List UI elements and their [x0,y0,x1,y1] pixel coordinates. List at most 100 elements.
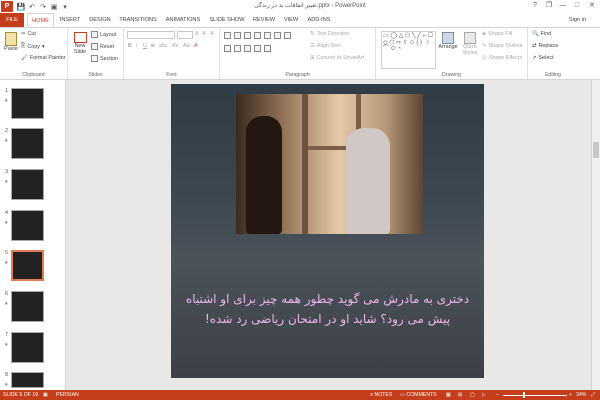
grow-font-button[interactable]: A [195,31,199,37]
quick-styles-button[interactable]: Quick Styles [460,32,480,56]
columns-icon[interactable] [264,45,271,52]
tab-slide-show[interactable]: SLIDE SHOW [206,13,248,27]
zoom-out-icon[interactable]: − [496,390,499,400]
thumbnail-number: 3 [5,169,8,175]
chevron-down-icon: ▾ [41,43,45,50]
align-left-icon[interactable] [224,45,231,52]
underline-button[interactable]: U [143,43,147,49]
tab-design[interactable]: DESIGN [86,13,114,27]
tab-home[interactable]: HOME [27,13,54,27]
zoom-in-icon[interactable]: + [569,390,572,400]
slide-thumbnail-4[interactable] [11,210,44,241]
increase-indent-icon[interactable] [254,32,261,39]
convert-smartart-button[interactable]: ⊞ Convert to SmartArt [310,55,364,61]
slide-thumbnail-1[interactable] [11,88,44,119]
italic-button[interactable]: I [136,43,138,49]
tab-review[interactable]: REVIEW [250,13,278,27]
justify-icon[interactable] [254,45,261,52]
slide-photo[interactable] [236,94,423,234]
shapes-gallery[interactable]: ▭ ◯ △ ⬠ ╲ ╱ ⌐ ☐ ◇ ⬡ ⇨ ⇧ ✩ { } ☽ ⌒ ⬭ ◔ [381,31,436,69]
decrease-indent-icon[interactable] [244,32,251,39]
tab-insert[interactable]: INSERT [56,13,84,27]
font-color-button[interactable]: A [194,43,198,49]
zoom-slider[interactable] [503,392,567,398]
vertical-scrollbar[interactable] [591,80,600,390]
align-right-icon[interactable] [244,45,251,52]
slide-thumbnail-5[interactable] [11,250,44,281]
align-text-button[interactable]: ☰ Align Text [310,43,340,49]
replace-button[interactable]: ⇄ Replace [532,43,558,49]
arrange-icon [442,32,454,44]
tab-add-ins[interactable]: ADD-INS [304,13,334,27]
slide-thumbnail-3[interactable] [11,169,44,200]
comments-button[interactable]: ▭ COMMENTS [400,390,437,400]
slide-sorter-icon[interactable]: ⊞ [458,390,462,400]
tab-file[interactable]: FILE [0,13,24,27]
character-spacing-button[interactable]: AV [172,43,179,49]
fit-slide-icon[interactable]: ⤢ [591,390,595,400]
select-button[interactable]: ➚ Select [532,55,554,61]
shrink-font-button[interactable]: A [202,31,206,37]
arrange-button[interactable]: Arrange [438,32,458,50]
bullets-icon[interactable] [224,32,231,39]
cut-button[interactable]: ✂ Cut [21,31,36,37]
normal-view-icon[interactable]: ▦ [446,390,451,400]
tab-view[interactable]: VIEW [280,13,302,27]
sign-in-link[interactable]: Sign in [569,13,586,27]
format-painter-button[interactable]: 🖌 Format Painter [21,55,66,61]
bold-button[interactable]: B [128,43,132,49]
tab-transitions[interactable]: TRANSITIONS [116,13,160,27]
redo-icon[interactable]: ↷ [38,1,48,12]
slide-thumbnail-7[interactable] [11,332,44,363]
scroll-thumb[interactable] [593,142,599,158]
numbering-icon[interactable] [234,32,241,39]
zoom-level[interactable]: 34% [576,390,586,400]
minimize-icon[interactable]: — [556,0,570,13]
help-icon[interactable]: ? [528,0,542,13]
start-from-beginning-icon[interactable]: ▣ [49,1,59,12]
spelling-icon[interactable]: ▣ [43,390,48,400]
line-spacing-icon[interactable] [264,32,271,39]
text-direction-icon: ⇅ [310,31,315,37]
undo-icon[interactable]: ↶ [27,1,37,12]
tab-animations[interactable]: ANIMATIONS [162,13,204,27]
slide-show-icon[interactable]: ▷ [482,390,486,400]
clear-formatting-button[interactable]: A [210,31,214,37]
shape-outline-button[interactable]: ✎ Shape Outline [482,43,523,49]
layout-button[interactable]: Layout [91,31,116,38]
current-slide[interactable]: دختری به مادرش می گوید چطور همه چیز برای… [171,84,484,378]
font-size-dropdown[interactable] [177,31,193,39]
reset-button[interactable]: Reset [91,43,114,50]
section-button[interactable]: Section [91,55,118,62]
ltr-icon[interactable] [284,32,291,39]
notes-button[interactable]: ≡ NOTES [370,390,392,400]
slide-thumbnail-8[interactable] [11,372,44,388]
language-indicator[interactable]: PERSIAN [56,390,79,400]
ribbon-display-options-icon[interactable]: ❐ [542,0,556,13]
customize-qat-icon[interactable]: ▾ [60,1,70,12]
shape-effects-button[interactable]: ◎ Shape Effects [482,55,522,61]
new-slide-button[interactable]: New Slide [70,32,90,55]
shadow-button[interactable]: abc [159,43,168,49]
editing-group-label: Editing [545,72,561,78]
close-icon[interactable]: ✕ [585,0,599,13]
change-case-button[interactable]: Aa [183,43,190,49]
slide-thumbnail-2[interactable] [11,128,44,159]
rtl-icon[interactable] [274,32,281,39]
zoom-slider-thumb[interactable] [523,392,525,398]
paste-icon [5,32,17,46]
shape-fill-button[interactable]: ◈ Shape Fill [482,31,512,37]
slide-thumbnail-6[interactable] [11,291,44,322]
align-center-icon[interactable] [234,45,241,52]
strikethrough-button[interactable]: S [151,43,155,49]
paste-button[interactable]: Paste [3,32,19,52]
font-name-dropdown[interactable] [127,31,175,39]
find-button[interactable]: 🔍 Find [532,31,551,37]
slides-group-label: Slides [88,72,103,78]
save-icon[interactable]: 💾 [16,1,26,12]
text-direction-button[interactable]: ⇅ Text Direction [310,31,349,37]
copy-button[interactable]: ⎘ Copy ▾ [21,43,45,50]
slide-caption[interactable]: دختری به مادرش می گوید چطور همه چیز برای… [181,289,474,329]
maximize-icon[interactable]: □ [570,0,584,13]
reading-view-icon[interactable]: ▢ [470,390,475,400]
